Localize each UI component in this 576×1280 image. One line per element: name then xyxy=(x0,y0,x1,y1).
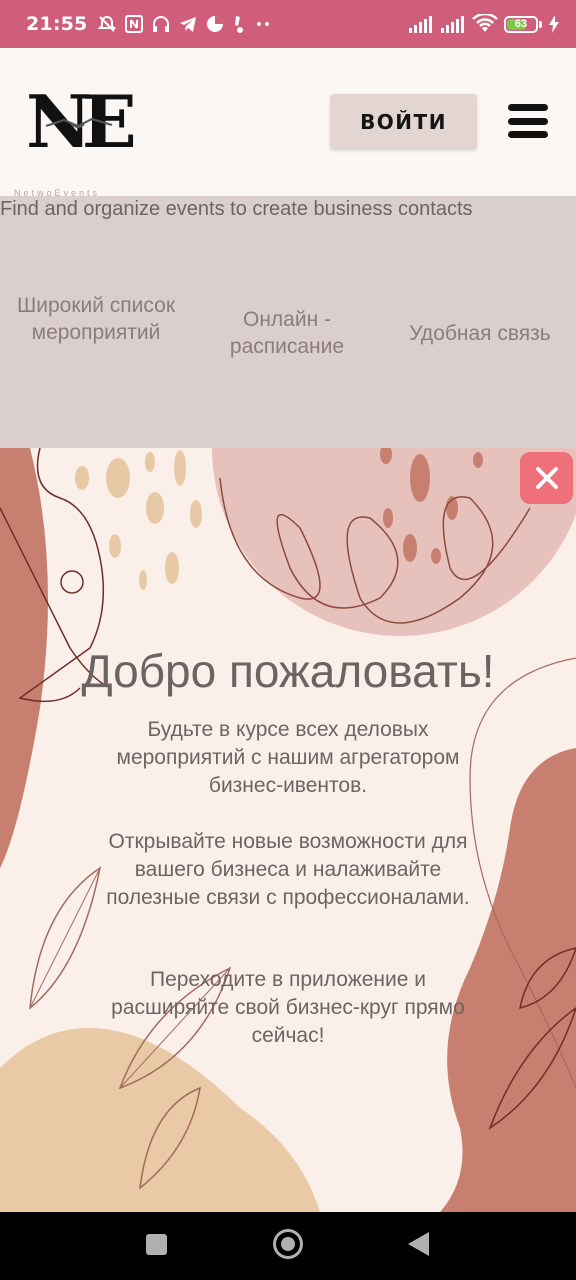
modal-title: Добро пожаловать! xyxy=(81,645,495,697)
notification-icon xyxy=(235,16,244,33)
signal-icon xyxy=(441,16,464,33)
system-navigation-bar xyxy=(0,1212,576,1280)
telegram-icon xyxy=(180,17,197,32)
login-button[interactable]: ВОЙТИ xyxy=(330,94,477,150)
status-system-icons: 63 xyxy=(408,14,560,34)
feature-event-list: Широкий список мероприятий xyxy=(16,294,176,344)
nfc-icon xyxy=(125,15,144,33)
back-icon[interactable] xyxy=(408,1232,429,1256)
close-icon xyxy=(535,467,558,489)
battery-icon: 63 xyxy=(504,15,542,33)
status-bar: 21:55 63 xyxy=(0,0,576,48)
recent-apps-icon[interactable] xyxy=(146,1234,167,1255)
status-notification-icons xyxy=(97,14,271,34)
close-modal-button[interactable] xyxy=(520,452,573,504)
wifi-icon xyxy=(472,14,498,32)
app-icon xyxy=(207,16,224,32)
tagline: Find and organize events to create busin… xyxy=(0,198,473,220)
home-icon[interactable] xyxy=(273,1229,303,1259)
headphones-icon xyxy=(153,16,170,32)
modal-paragraph: Переходите в приложение и расширяйте сво… xyxy=(111,968,465,1047)
feature-convenient-contact: Удобная связь xyxy=(409,322,551,345)
handshake-icon xyxy=(45,117,113,128)
charging-icon xyxy=(549,15,559,33)
more-dots-icon xyxy=(257,22,270,26)
battery-level: 63 xyxy=(514,18,528,30)
hamburger-menu-icon[interactable] xyxy=(508,104,548,138)
app-header: NE NetwoEvents ВОЙТИ xyxy=(0,48,576,199)
mute-icon xyxy=(98,15,117,32)
signal-icon xyxy=(409,16,432,33)
logo[interactable]: NE NetwoEvents xyxy=(14,86,144,199)
feature-online-schedule: Онлайн - расписание xyxy=(229,308,345,358)
features-section: Find and organize events to create busin… xyxy=(0,196,576,448)
status-time: 21:55 xyxy=(26,13,88,35)
modal-paragraph: Будьте в курсе всех деловых мероприятий … xyxy=(116,718,460,797)
welcome-modal: Добро пожаловать! Будьте в курсе всех де… xyxy=(0,448,576,1212)
modal-paragraph: Открывайте новые возможности для вашего … xyxy=(106,830,470,909)
